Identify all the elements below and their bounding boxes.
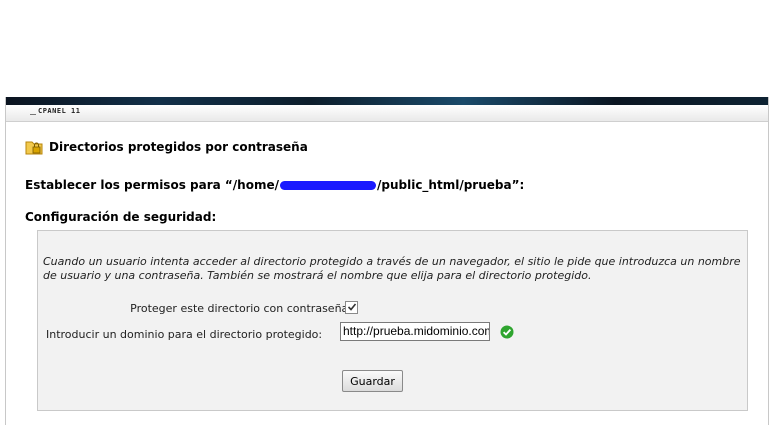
protect-directory-label: Proteger este directorio con contraseña: bbox=[130, 302, 352, 315]
cpanel-frame: CPANEL 11 Directorios protegidos por con… bbox=[5, 97, 769, 425]
permissions-prefix: Establecer los permisos para “/home/ bbox=[25, 178, 279, 192]
domain-label: Introducir un dominio para el directorio… bbox=[46, 328, 323, 341]
cpanel-brand: CPANEL 11 bbox=[38, 107, 81, 115]
folder-lock-icon bbox=[25, 141, 43, 155]
page-title-row: Directorios protegidos por contraseña bbox=[25, 137, 308, 157]
header-tick bbox=[30, 114, 36, 115]
redacted-username bbox=[279, 181, 376, 190]
security-config-title: Configuración de seguridad: bbox=[25, 210, 217, 224]
header-banner bbox=[6, 97, 768, 105]
permissions-suffix: /public_html/prueba”: bbox=[376, 178, 525, 192]
permissions-line: Establecer los permisos para “/home/ /pub… bbox=[25, 178, 524, 192]
page-title: Directorios protegidos por contraseña bbox=[49, 140, 308, 154]
panel-description: Cuando un usuario intenta acceder al dir… bbox=[43, 255, 741, 282]
cpanel-header-bar: CPANEL 11 bbox=[6, 105, 768, 122]
security-settings-panel: Cuando un usuario intenta acceder al dir… bbox=[37, 230, 748, 411]
check-circle-icon bbox=[500, 325, 514, 339]
checkmark-icon bbox=[347, 303, 357, 311]
domain-input[interactable]: http://prueba.midominio.com bbox=[340, 322, 490, 341]
protect-directory-checkbox[interactable] bbox=[345, 301, 358, 314]
save-button[interactable]: Guardar bbox=[342, 370, 403, 392]
